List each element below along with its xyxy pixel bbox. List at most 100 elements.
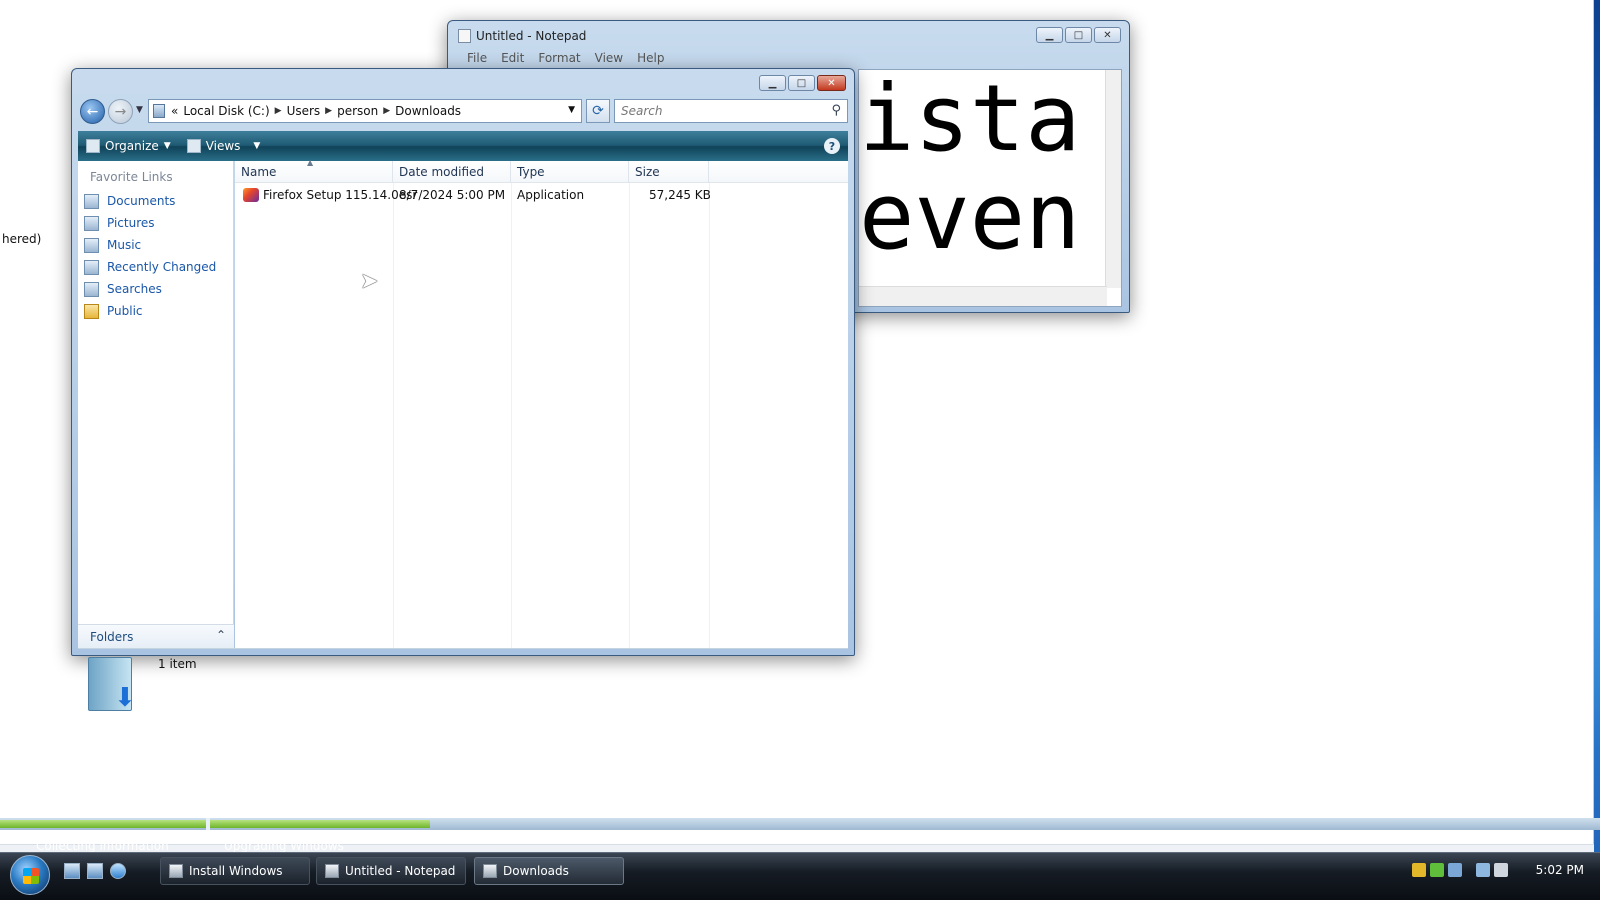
show-desktop-icon[interactable]	[64, 863, 80, 879]
favorite-link-searches[interactable]: Searches	[84, 279, 162, 299]
breadcrumb-users[interactable]: Users	[287, 104, 321, 118]
close-button[interactable]: ✕	[817, 75, 846, 91]
sort-ascending-icon: ▲	[307, 158, 314, 167]
favorite-links-heading: Favorite Links	[90, 170, 173, 184]
forward-button[interactable]: →	[108, 99, 133, 124]
menu-format[interactable]: Format	[531, 49, 587, 69]
notepad-caption-buttons: ▁ □ ✕	[1036, 27, 1121, 43]
breadcrumb-person[interactable]: person	[337, 104, 378, 118]
column-label: Date modified	[399, 165, 485, 179]
public-folder-icon	[84, 303, 99, 319]
search-input[interactable]: Search ⚲	[614, 99, 848, 123]
minimize-button[interactable]: ▁	[1036, 27, 1063, 43]
file-row[interactable]: Firefox Setup 115.14.0esr 8/7/2024 5:00 …	[235, 185, 848, 205]
chevron-right-icon[interactable]: ▶	[383, 106, 390, 116]
tray-app-icon[interactable]	[1448, 863, 1462, 877]
favorite-link-recently-changed[interactable]: Recently Changed	[84, 257, 216, 277]
column-divider	[709, 183, 710, 648]
chevron-right-icon[interactable]: ▶	[275, 106, 282, 116]
column-divider	[629, 183, 630, 648]
notepad-line: ista	[859, 69, 1081, 172]
notepad-text: ista even	[859, 70, 1081, 266]
searches-icon	[84, 281, 99, 297]
menu-edit[interactable]: Edit	[494, 49, 531, 69]
refresh-icon: ⟳	[592, 103, 604, 119]
progress-segment-collecting	[0, 820, 206, 828]
taskbar-downloads[interactable]: Downloads	[474, 857, 624, 885]
views-label: Views	[205, 139, 241, 153]
address-overflow[interactable]: «	[171, 104, 178, 118]
notepad-icon	[458, 29, 471, 43]
vertical-scrollbar[interactable]	[1105, 70, 1121, 288]
column-label: Type	[517, 165, 545, 179]
column-header-type[interactable]: Type	[511, 161, 629, 183]
column-header-size[interactable]: Size	[629, 161, 709, 183]
start-button[interactable]	[10, 855, 50, 895]
menu-file[interactable]: File	[460, 49, 494, 69]
command-toolbar: Organize ▼ Views ▼ ?	[78, 131, 848, 161]
volume-muted-icon[interactable]	[1494, 863, 1508, 877]
menu-view[interactable]: View	[588, 49, 630, 69]
music-icon	[84, 237, 99, 253]
chevron-up-icon: ⌃	[215, 628, 226, 642]
tray-status-icon[interactable]	[1430, 863, 1444, 877]
navigation-pane: Favorite Links Documents Pictures Music …	[78, 161, 234, 648]
folders-toggle[interactable]: Folders ⌃	[78, 624, 234, 648]
maximize-button[interactable]: □	[788, 75, 815, 91]
favorite-link-public[interactable]: Public	[84, 301, 143, 321]
pictures-icon	[84, 215, 99, 231]
switch-windows-icon[interactable]	[87, 863, 103, 879]
minimize-button[interactable]: ▁	[759, 75, 786, 91]
column-header-name[interactable]: Name ▲	[235, 158, 393, 183]
link-label: Documents	[107, 194, 176, 208]
views-button[interactable]: Views ▼	[186, 139, 261, 153]
search-icon[interactable]: ⚲	[831, 103, 841, 118]
back-button[interactable]: ←	[80, 99, 105, 124]
network-icon[interactable]	[1476, 863, 1490, 877]
address-bar[interactable]: « Local Disk (C:) ▶ Users ▶ person ▶ Dow…	[148, 99, 582, 123]
favorite-link-pictures[interactable]: Pictures	[84, 213, 155, 233]
chevron-right-icon[interactable]: ▶	[325, 106, 332, 116]
link-label: Public	[107, 304, 143, 318]
column-header-date[interactable]: Date modified	[393, 161, 511, 183]
menu-help[interactable]: Help	[630, 49, 671, 69]
taskbar-button-label: Untitled - Notepad	[345, 864, 456, 878]
firefox-icon	[243, 188, 259, 202]
taskbar-notepad[interactable]: Untitled - Notepad	[316, 857, 466, 885]
folder-icon	[483, 864, 497, 878]
views-icon	[186, 139, 201, 153]
explorer-window[interactable]: ▁ □ ✕ ← → ▼ « Local Disk (C:) ▶ Users ▶ …	[71, 68, 855, 713]
taskbar: Install Windows Untitled - Notepad Downl…	[0, 852, 1600, 900]
taskbar-install-windows[interactable]: Install Windows	[160, 857, 310, 885]
horizontal-scrollbar[interactable]	[859, 286, 1107, 306]
organize-button[interactable]: Organize ▼	[86, 139, 171, 153]
item-count: 1 item	[158, 657, 197, 671]
column-divider	[393, 183, 394, 648]
maximize-button[interactable]: □	[1065, 27, 1092, 43]
breadcrumb-downloads[interactable]: Downloads	[395, 104, 461, 118]
file-size: 57,245 KB	[649, 188, 711, 202]
close-button[interactable]: ✕	[1094, 27, 1121, 43]
chevron-down-icon[interactable]: ▼	[568, 105, 575, 115]
internet-explorer-icon[interactable]	[110, 863, 126, 879]
notepad-text-area[interactable]: ista even	[858, 69, 1122, 307]
documents-icon	[84, 193, 99, 209]
setup-progress-bar	[0, 818, 1600, 830]
clock[interactable]: 5:02 PM	[1536, 863, 1584, 877]
favorite-link-documents[interactable]: Documents	[84, 191, 175, 211]
link-label: Music	[107, 238, 142, 252]
notepad-menubar: File Edit Format View Help	[454, 49, 1123, 69]
chevron-down-icon: ▼	[253, 141, 261, 151]
security-shield-icon[interactable]	[1412, 863, 1426, 877]
file-list[interactable]: Name ▲ Date modified Type Size Firefox Se…	[235, 158, 848, 648]
navigation-bar: ← → ▼ « Local Disk (C:) ▶ Users ▶ person…	[78, 97, 848, 127]
installer-text: hered)	[2, 232, 42, 246]
taskbar-button-label: Install Windows	[189, 864, 283, 878]
breadcrumb-local-disk[interactable]: Local Disk (C:)	[183, 104, 269, 118]
favorite-link-music[interactable]: Music	[84, 235, 141, 255]
progress-segment-upgrading	[210, 820, 430, 828]
recent-pages-dropdown[interactable]: ▼	[136, 105, 143, 115]
help-icon[interactable]: ?	[824, 138, 840, 154]
details-pane: ⬇ 1 item	[78, 648, 848, 713]
refresh-button[interactable]: ⟳	[586, 99, 610, 123]
